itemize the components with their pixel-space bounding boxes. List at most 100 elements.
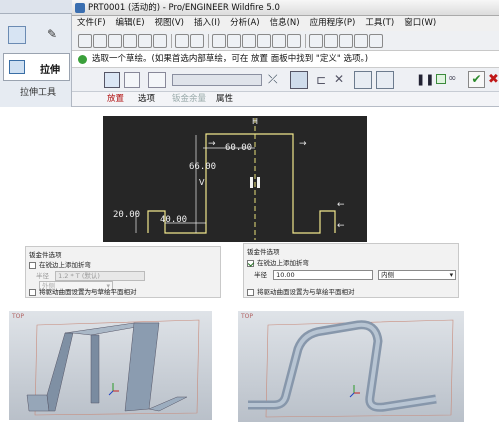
menu-edit[interactable]: 编辑(E) xyxy=(116,18,145,28)
constraint-arrow-right-low: ← xyxy=(337,221,345,231)
sheetmetal-options-right: 钣金件选项 在锐边上添加折弯 半径 10.00 内侧 将驱动曲面设置为与草绘平面… xyxy=(243,243,459,298)
window-title: PRT0001 (活动的) - Pro/ENGINEER Wildfire 5.… xyxy=(88,3,280,13)
symmetry-mark-left xyxy=(250,177,253,188)
message-text: 选取一个草绘。(如果首选内部草绘，可在 放置 面板中找到 "定义" 选项。) xyxy=(92,54,369,64)
side-dropdown-right[interactable]: 内侧 xyxy=(378,270,457,280)
help-icon[interactable] xyxy=(369,34,383,48)
sheetmetal-options-left: 钣金件选项 在锐边上添加折弯 半径 1.2 * T (默认) 外侧 将驱动曲面设… xyxy=(25,246,221,298)
menu-tools[interactable]: 工具(T) xyxy=(365,18,394,28)
options-title-right: 钣金件选项 xyxy=(247,248,280,256)
datum-label-left: TOP xyxy=(12,313,25,320)
thicken-sketch-icon[interactable] xyxy=(290,71,308,89)
find-icon[interactable] xyxy=(287,34,301,48)
dashboard-tabs: 放置 选项 钣金余量 属性 xyxy=(72,92,499,107)
new-file-icon[interactable] xyxy=(78,34,92,48)
reference-checkbox-left[interactable] xyxy=(29,288,36,296)
message-area: 选取一个草绘。(如果首选内部草绘，可在 放置 面板中找到 "定义" 选项。) xyxy=(72,51,499,68)
tab-properties[interactable]: 属性 xyxy=(216,92,233,107)
radius-label-left: 半径 xyxy=(36,272,49,280)
flip-thickness-icon[interactable] xyxy=(376,71,394,89)
preview-checkbox[interactable] xyxy=(436,74,446,84)
sheetmetal-wall-icon[interactable] xyxy=(354,71,372,89)
menu-applications[interactable]: 应用程序(P) xyxy=(310,18,356,28)
toggle-icon[interactable] xyxy=(339,34,353,48)
extrude-tool-tab[interactable]: 拉伸 xyxy=(3,53,70,81)
side-label-v: V xyxy=(199,178,205,187)
tab-sheetmetal-allowance[interactable]: 钣金余量 xyxy=(172,92,206,107)
menu-info[interactable]: 信息(N) xyxy=(270,18,300,28)
extrude-dashboard: ⤫ ⊏ ✕ ❚❚ ∞ ✔ ✖ xyxy=(72,68,499,92)
flip-direction-icon[interactable]: ⤫ xyxy=(268,72,278,87)
sketcher-icon[interactable] xyxy=(354,34,368,48)
extrude-icon xyxy=(9,60,25,74)
remove-material-icon[interactable]: ⊏ xyxy=(316,73,326,87)
extrude-label: 拉伸 xyxy=(40,65,60,76)
solid-icon[interactable] xyxy=(104,72,120,88)
menu-analysis[interactable]: 分析(A) xyxy=(230,18,259,28)
cut-icon[interactable] xyxy=(212,34,226,48)
options-title-left: 钣金件选项 xyxy=(29,251,62,259)
reference-checkbox-right[interactable] xyxy=(247,288,254,296)
cancel-x-icon[interactable]: ✖ xyxy=(488,71,499,88)
save-icon[interactable] xyxy=(108,34,122,48)
main-toolbar xyxy=(72,31,499,51)
apply-check-icon[interactable]: ✔ xyxy=(468,71,485,88)
menu-file[interactable]: 文件(F) xyxy=(77,18,106,28)
constraint-arrow-top: → xyxy=(299,139,307,149)
redo-icon[interactable] xyxy=(190,34,204,48)
select-icon[interactable] xyxy=(309,34,323,48)
print-icon[interactable] xyxy=(123,34,137,48)
paste-special-icon[interactable] xyxy=(257,34,271,48)
sketch-canvas: ← ← → → xyxy=(135,118,345,240)
email-link-icon[interactable] xyxy=(153,34,167,48)
depth-value-field[interactable] xyxy=(172,74,262,86)
add-bends-checkbox-right[interactable] xyxy=(247,259,254,267)
axis-label-h: H xyxy=(252,117,259,126)
tab-options[interactable]: 选项 xyxy=(138,92,155,107)
sharp-part-render xyxy=(26,319,200,416)
constraint-arrow-left: → xyxy=(208,139,216,149)
left-panel-header xyxy=(0,0,72,14)
radius-label-right: 半径 xyxy=(254,271,267,279)
extrude-tool-label: 拉伸工具 xyxy=(20,88,57,98)
align-icon[interactable] xyxy=(324,34,338,48)
message-arrow-icon xyxy=(78,55,87,64)
email-icon[interactable] xyxy=(138,34,152,48)
menu-view[interactable]: 视图(V) xyxy=(155,18,184,28)
constraint-arrow-right: ← xyxy=(337,200,345,210)
sketch-icon[interactable]: ✎ xyxy=(47,27,57,41)
model-view-sharp: TOP xyxy=(9,311,212,420)
add-bends-label-right: 在锐边上添加折弯 xyxy=(257,259,309,267)
dim-20: 20.00 xyxy=(113,210,141,220)
radius-field-left[interactable]: 1.2 * T (默认) xyxy=(55,271,146,281)
datum-label-right: TOP xyxy=(241,313,254,320)
menu-insert[interactable]: 插入(I) xyxy=(194,18,220,28)
thickness-icon[interactable]: ✕ xyxy=(334,72,344,86)
dim-66: 66.00 xyxy=(189,162,217,172)
dim-40: 40.00 xyxy=(160,215,188,225)
open-file-icon[interactable] xyxy=(93,34,107,48)
model-view-bent: TOP xyxy=(238,311,464,422)
bent-part-render xyxy=(248,319,454,418)
reference-label-right: 将驱动曲面设置为与草绘平面相对 xyxy=(257,288,355,296)
undo-icon[interactable] xyxy=(175,34,189,48)
radius-field-right[interactable]: 10.00 xyxy=(273,270,374,280)
depth-option-icon[interactable] xyxy=(148,72,166,88)
surface-icon[interactable] xyxy=(124,72,140,88)
dim-60: 60.00 xyxy=(225,143,253,153)
add-bends-label-left: 在锐边上添加折弯 xyxy=(39,261,91,269)
tab-placement[interactable]: 放置 xyxy=(107,92,124,107)
copy-icon[interactable] xyxy=(227,34,241,48)
add-bends-checkbox-left[interactable] xyxy=(29,261,36,269)
regenerate-icon[interactable] xyxy=(272,34,286,48)
sketch-view: ← ← → → 60.00 66.00 20.00 40.00 H V xyxy=(103,116,367,242)
pause-icon[interactable]: ❚❚ xyxy=(416,73,434,86)
extrude-button[interactable] xyxy=(8,26,26,44)
reference-label-left: 将驱动曲面设置为与草绘平面相对 xyxy=(39,288,137,296)
symmetry-mark-right xyxy=(257,177,260,188)
title-bar: PRT0001 (活动的) - Pro/ENGINEER Wildfire 5.… xyxy=(72,0,499,16)
paste-icon[interactable] xyxy=(242,34,256,48)
menu-window[interactable]: 窗口(W) xyxy=(404,18,436,28)
menu-bar: 文件(F) 编辑(E) 视图(V) 插入(I) 分析(A) 信息(N) 应用程序(P) 工具(… xyxy=(72,16,499,31)
glasses-icon[interactable]: ∞ xyxy=(448,73,456,84)
